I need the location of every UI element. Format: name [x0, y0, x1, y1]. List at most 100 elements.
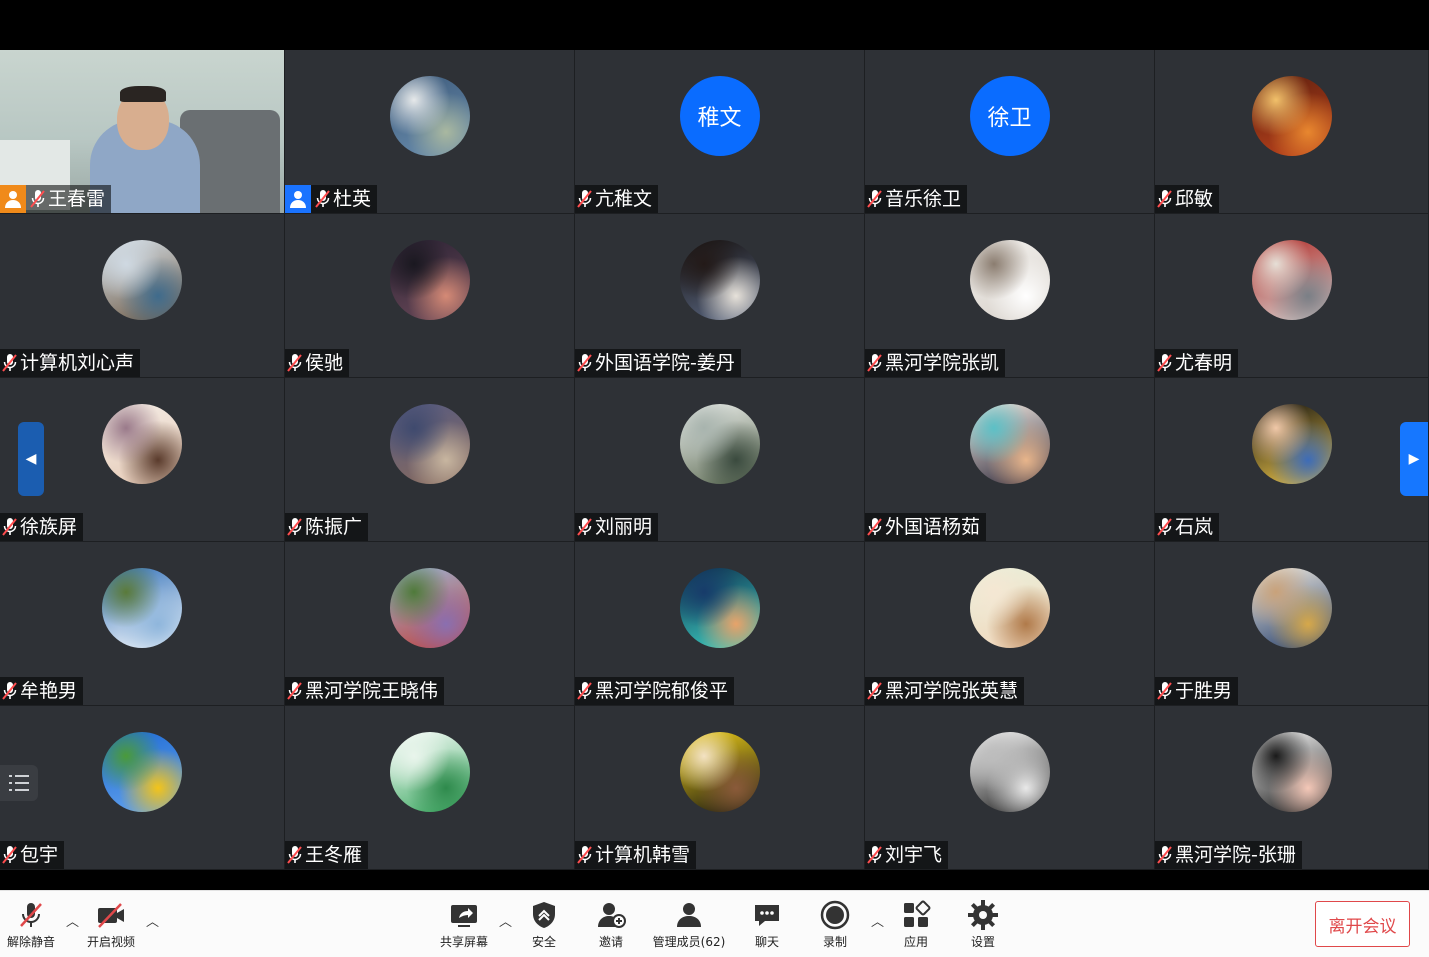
participant-name: 外国语学院-姜丹: [595, 352, 735, 374]
start-video-label: 开启视频: [86, 935, 135, 949]
unmute-button[interactable]: 解除静音: [4, 891, 58, 957]
participant-avatar: [969, 404, 1050, 484]
participant-name: 邱敏: [1175, 188, 1214, 210]
next-page-button[interactable]: ▶: [1400, 422, 1428, 496]
participant-tile[interactable]: 外国语杨茹: [865, 378, 1155, 542]
participant-avatar: [102, 240, 182, 320]
participant-name-tag: 计算机刘心声: [0, 349, 141, 377]
participant-grid: 王春雷 杜英 稚文 亢稚文 徐卫 音乐徐卫 邱敏 计算机刘心声 侯驰 外国语学院-姜丹 黑河学院张凯…: [0, 50, 1429, 870]
participant-tile[interactable]: 陈振广: [285, 378, 575, 542]
participant-avatar: [969, 568, 1050, 648]
participant-avatar: [679, 404, 760, 484]
participant-tile[interactable]: 王春雷: [0, 50, 285, 214]
mic-muted-icon: [867, 518, 882, 536]
mic-muted-icon: [287, 518, 302, 536]
shield-icon: [533, 902, 555, 928]
invite-button[interactable]: 邀请: [592, 891, 630, 957]
participant-name-tag: 于胜男: [1155, 677, 1239, 705]
participant-name-tag: 黑河学院张英慧: [865, 677, 1025, 705]
participant-list-toggle[interactable]: [0, 765, 38, 801]
participant-tile[interactable]: 稚文 亢稚文: [575, 50, 865, 214]
participant-tile[interactable]: 黑河学院张凯: [865, 214, 1155, 378]
participant-tile[interactable]: 包宇: [0, 706, 285, 870]
participant-name-tag: 包宇: [0, 841, 65, 869]
settings-label: 设置: [970, 935, 995, 949]
participant-name-tag: 王冬雁: [285, 841, 369, 869]
mic-muted-icon: [867, 190, 882, 208]
mic-muted-icon: [1157, 846, 1172, 864]
participant-tile[interactable]: 尤春明: [1155, 214, 1429, 378]
host-badge: [0, 185, 26, 213]
participant-avatar: [389, 568, 470, 648]
participant-tile[interactable]: 黑河学院王晓伟: [285, 542, 575, 706]
host-person-icon: [5, 191, 21, 208]
participant-avatar: [102, 568, 182, 648]
participant-tile[interactable]: 计算机刘心声: [0, 214, 285, 378]
participant-avatar: [1251, 568, 1332, 648]
participant-name-tag: 王春雷: [0, 185, 112, 213]
host-badge: [285, 185, 311, 213]
participant-name-tag: 杜英: [285, 185, 378, 213]
video-off-icon: [98, 903, 124, 928]
participant-name-tag: 石岚: [1155, 513, 1220, 541]
chat-label: 聊天: [754, 935, 779, 949]
mic-muted-icon: [577, 354, 592, 372]
participant-tile[interactable]: 黑河学院张英慧: [865, 542, 1155, 706]
participant-tile[interactable]: 黑河学院郁俊平: [575, 542, 865, 706]
participant-avatar: [679, 732, 760, 812]
unmute-label: 解除静音: [6, 935, 55, 949]
participant-avatar: 徐卫: [969, 76, 1050, 156]
host-person-icon: [290, 191, 306, 208]
participant-tile[interactable]: 石岚: [1155, 378, 1429, 542]
participant-tile[interactable]: 计算机韩雪: [575, 706, 865, 870]
list-icon: [9, 775, 29, 791]
meeting-window: 王春雷 杜英 稚文 亢稚文 徐卫 音乐徐卫 邱敏 计算机刘心声 侯驰 外国语学院-姜丹 黑河学院张凯…: [0, 0, 1429, 957]
manage-members-button[interactable]: 管理成员(62): [648, 891, 730, 957]
invite-label: 邀请: [598, 935, 623, 949]
participant-tile[interactable]: 于胜男: [1155, 542, 1429, 706]
participant-tile[interactable]: 王冬雁: [285, 706, 575, 870]
participant-tile[interactable]: 刘丽明: [575, 378, 865, 542]
participant-name-tag: 尤春明: [1155, 349, 1239, 377]
participant-tile[interactable]: 牟艳男: [0, 542, 285, 706]
video-options-caret[interactable]: ︿: [146, 911, 159, 930]
apps-button[interactable]: 应用: [896, 891, 936, 957]
share-screen-label: 共享屏幕: [439, 935, 488, 949]
participant-name-tag: 外国语学院-姜丹: [575, 349, 741, 377]
participant-avatar: [1251, 404, 1332, 484]
participant-avatar: 稚文: [679, 76, 760, 156]
participant-tile[interactable]: 刘宇飞: [865, 706, 1155, 870]
share-options-caret[interactable]: ︿: [499, 911, 512, 930]
mic-muted-icon: [577, 190, 592, 208]
participant-avatar: [389, 240, 470, 320]
leave-meeting-button[interactable]: 离开会议: [1315, 901, 1410, 947]
members-icon: [677, 903, 701, 927]
participant-tile[interactable]: 邱敏: [1155, 50, 1429, 214]
participant-tile[interactable]: 黑河学院-张珊: [1155, 706, 1429, 870]
mic-muted-icon: [287, 846, 302, 864]
record-button[interactable]: 录制: [816, 891, 854, 957]
participant-tile[interactable]: 徐卫音乐徐卫: [865, 50, 1155, 214]
share-screen-button[interactable]: 共享屏幕: [436, 891, 492, 957]
mic-muted-icon: [20, 903, 42, 927]
audio-options-caret[interactable]: ︿: [66, 911, 79, 930]
security-button[interactable]: 安全: [526, 891, 562, 957]
record-options-caret[interactable]: ︿: [871, 911, 884, 930]
participant-name: 于胜男: [1175, 680, 1233, 702]
settings-button[interactable]: 设置: [964, 891, 1002, 957]
security-label: 安全: [531, 935, 556, 949]
participant-name: 包宇: [20, 844, 59, 866]
participant-tile[interactable]: 杜英: [285, 50, 575, 214]
prev-page-button[interactable]: ◀: [18, 422, 44, 496]
participant-tile[interactable]: 外国语学院-姜丹: [575, 214, 865, 378]
participant-avatar: [679, 568, 760, 648]
participant-name: 陈振广: [305, 516, 363, 538]
participant-name-tag: 刘宇飞: [865, 841, 949, 869]
chat-button[interactable]: 聊天: [748, 891, 786, 957]
share-screen-icon: [451, 905, 477, 927]
start-video-button[interactable]: 开启视频: [84, 891, 138, 957]
avatar-initials: 稚文: [697, 106, 742, 131]
participant-name: 音乐徐卫: [885, 188, 962, 210]
mic-muted-icon: [2, 518, 17, 536]
participant-tile[interactable]: 侯驰: [285, 214, 575, 378]
